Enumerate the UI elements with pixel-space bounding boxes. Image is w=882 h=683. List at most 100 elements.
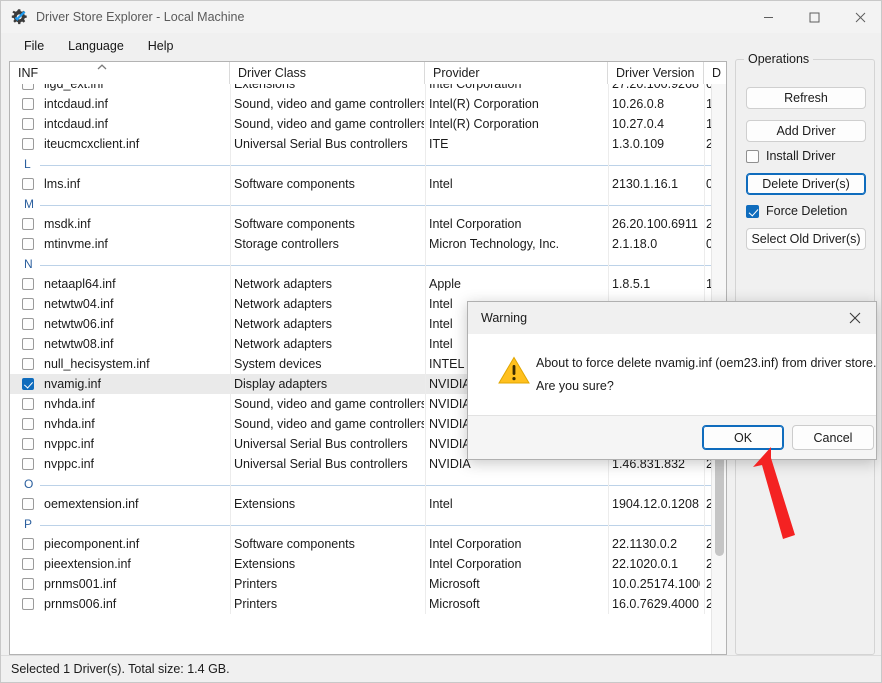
row-checkbox[interactable] — [22, 178, 34, 190]
list-group-header: L — [10, 154, 726, 174]
cell-provider: Intel — [429, 177, 607, 191]
menu-item-file[interactable]: File — [13, 36, 55, 56]
row-checkbox[interactable] — [22, 118, 34, 130]
cell-driver-class: Sound, video and game controllers — [234, 117, 424, 131]
cell-driver-version: 2130.1.16.1 — [612, 177, 700, 191]
column-header-driver-class[interactable]: Driver Class — [230, 62, 425, 84]
row-checkbox[interactable] — [22, 418, 34, 430]
row-checkbox[interactable] — [22, 498, 34, 510]
cell-driver-class: Universal Serial Bus controllers — [234, 137, 424, 151]
cell-provider: Intel Corporation — [429, 537, 607, 551]
select-old-drivers-button[interactable]: Select Old Driver(s) — [746, 228, 866, 250]
table-row[interactable]: netaapl64.infNetwork adaptersApple1.8.5.… — [10, 274, 726, 294]
cell-driver-class: Sound, video and game controllers — [234, 417, 424, 431]
group-divider — [40, 205, 720, 206]
dialog-close-icon[interactable] — [834, 302, 876, 334]
cell-driver-class: Network adapters — [234, 337, 424, 351]
table-row[interactable]: mtinvme.infStorage controllersMicron Tec… — [10, 234, 726, 254]
table-row[interactable]: lms.infSoftware componentsIntel2130.1.16… — [10, 174, 726, 194]
table-row[interactable]: intcdaud.infSound, video and game contro… — [10, 94, 726, 114]
cell-driver-version: 2.1.18.0 — [612, 237, 700, 251]
dialog-title: Warning — [481, 311, 527, 325]
row-checkbox[interactable] — [22, 278, 34, 290]
column-divider — [230, 84, 231, 614]
cancel-button[interactable]: Cancel — [792, 425, 874, 450]
cell-provider: Intel(R) Corporation — [429, 97, 607, 111]
cell-provider: Intel(R) Corporation — [429, 117, 607, 131]
dialog-title-bar: Warning — [468, 302, 876, 334]
row-checkbox[interactable] — [22, 338, 34, 350]
row-checkbox[interactable] — [22, 138, 34, 150]
menu-item-help[interactable]: Help — [137, 36, 185, 56]
table-row[interactable]: pieextension.inf Extensions Intel Corporat… — [10, 554, 726, 574]
row-checkbox[interactable] — [22, 598, 34, 610]
cell-inf: pieextension.inf — [44, 557, 230, 571]
table-row[interactable]: piecomponent.infSoftware componentsIntel… — [10, 534, 726, 554]
cell-provider: Intel — [429, 497, 607, 511]
cell-inf: oemextension.inf — [44, 497, 230, 511]
row-checkbox[interactable] — [22, 358, 34, 370]
row-checkbox[interactable] — [22, 298, 34, 310]
cell-provider: Intel Corporation — [429, 557, 607, 571]
column-header-inf[interactable]: INF — [10, 62, 230, 84]
title-bar: Driver Store Explorer - Local Machine — [1, 1, 882, 33]
cell-provider: Apple — [429, 277, 607, 291]
cell-driver-version: 1904.12.0.1208 — [612, 497, 700, 511]
column-header-provider[interactable]: Provider — [425, 62, 608, 84]
row-checkbox[interactable] — [22, 378, 34, 390]
table-row[interactable]: msdk.infSoftware componentsIntel Corpora… — [10, 214, 726, 234]
minimize-button[interactable] — [745, 1, 791, 33]
cell-driver-class: Network adapters — [234, 277, 424, 291]
table-row[interactable]: prnms001.infPrintersMicrosoft10.0.25174.… — [10, 574, 726, 594]
row-checkbox[interactable] — [22, 458, 34, 470]
cell-inf: iigd_ext.inf — [44, 84, 230, 91]
row-checkbox[interactable] — [22, 398, 34, 410]
gear-wrench-icon — [10, 8, 28, 26]
row-checkbox[interactable] — [22, 238, 34, 250]
cell-driver-version: 1.3.0.109 — [612, 137, 700, 151]
cell-driver-class: Universal Serial Bus controllers — [234, 457, 424, 471]
force-deletion-checkbox[interactable]: Force Deletion — [746, 202, 847, 220]
table-row[interactable]: intcdaud.inf Sound, video and game contro… — [10, 114, 726, 134]
cell-driver-version: 22.1130.0.2 — [612, 537, 700, 551]
cell-inf: netwtw06.inf — [44, 317, 230, 331]
cell-driver-class: Extensions — [234, 557, 424, 571]
cell-driver-version: 16.0.7629.4000 — [612, 597, 700, 611]
install-driver-checkbox-box — [746, 150, 759, 163]
row-checkbox[interactable] — [22, 538, 34, 550]
window-title: Driver Store Explorer - Local Machine — [36, 10, 244, 24]
row-checkbox[interactable] — [22, 84, 34, 90]
refresh-button[interactable]: Refresh — [746, 87, 866, 109]
close-button[interactable] — [837, 1, 882, 33]
table-row[interactable]: oemextension.inf Extensions Intel 1904.12.0… — [10, 494, 726, 514]
row-checkbox[interactable] — [22, 218, 34, 230]
row-checkbox[interactable] — [22, 578, 34, 590]
table-row[interactable]: prnms006.infPrintersMicrosoft16.0.7629.4… — [10, 594, 726, 614]
install-driver-checkbox[interactable]: Install Driver — [746, 147, 835, 165]
table-row[interactable]: iigd_ext.infExtensionsIntel Corporation2… — [10, 84, 726, 94]
table-row[interactable]: iteucmcxclient.infUniversal Serial Bus c… — [10, 134, 726, 154]
status-text: Selected 1 Driver(s). Total size: 1.4 GB… — [11, 662, 230, 676]
row-checkbox[interactable] — [22, 438, 34, 450]
list-group-header: P — [10, 514, 726, 534]
list-group-label: O — [24, 477, 33, 491]
ok-button[interactable]: OK — [702, 425, 784, 450]
dialog-body: About to force delete nvamig.inf (oem23.… — [468, 334, 876, 417]
list-group-label: L — [24, 157, 31, 171]
delete-drivers-button[interactable]: Delete Driver(s) — [746, 173, 866, 195]
cell-driver-class: Printers — [234, 597, 424, 611]
column-header-driver-date[interactable]: D — [704, 62, 726, 84]
row-checkbox[interactable] — [22, 98, 34, 110]
cell-inf: lms.inf — [44, 177, 230, 191]
add-driver-button[interactable]: Add Driver — [746, 120, 866, 142]
menu-item-language[interactable]: Language — [57, 36, 135, 56]
column-divider — [425, 84, 426, 614]
row-checkbox[interactable] — [22, 558, 34, 570]
column-header-driver-version[interactable]: Driver Version — [608, 62, 704, 84]
row-checkbox[interactable] — [22, 318, 34, 330]
cell-driver-class: Extensions — [234, 497, 424, 511]
cell-inf: intcdaud.inf — [44, 117, 230, 131]
cell-driver-class: Universal Serial Bus controllers — [234, 437, 424, 451]
maximize-button[interactable] — [791, 1, 837, 33]
cell-inf: netwtw08.inf — [44, 337, 230, 351]
